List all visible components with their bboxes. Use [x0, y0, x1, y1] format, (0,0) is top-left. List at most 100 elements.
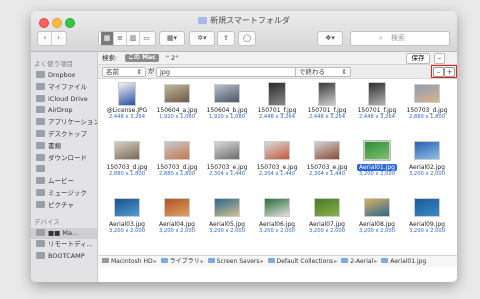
file-name-text: 150703_e.jpg: [256, 164, 298, 171]
file-dimensions: 3,200 x 2,000: [308, 228, 346, 234]
airdrop-icon: [36, 106, 45, 114]
file-item[interactable]: 150701_f.jpg 2,448 x 3,264: [354, 82, 400, 140]
file-name: 150701_f.jpg: [351, 107, 403, 114]
file-name: 150604_b.jpg: [201, 107, 253, 114]
file-thumbnail: [363, 140, 391, 161]
sidebar-item[interactable]: iCloud Drive: [31, 94, 97, 106]
file-item[interactable]: 150701_f.jpg 2,448 x 3,264: [304, 82, 350, 140]
sidebar-item[interactable]: Dropbox: [31, 70, 97, 82]
file-item[interactable]: 150703_d.jpg 2,880 x 1,800: [154, 139, 200, 197]
file-item[interactable]: Aerial05.jpg 3,200 x 2,000: [204, 196, 250, 254]
desktop-icon: [36, 129, 45, 137]
path-segment-label: Screen Savers: [216, 258, 260, 265]
file-item[interactable]: 150703_e.jpg 2,304 x 1,440: [304, 139, 350, 197]
file-thumbnail: [114, 198, 140, 217]
file-name: 150701_f.jpg: [301, 107, 353, 114]
path-segment-label: 2-Aerial: [350, 258, 374, 265]
icon-view-icon[interactable]: ▦: [101, 32, 114, 45]
arrange-button[interactable]: ▦▾: [159, 31, 185, 46]
cloud-icon: [36, 94, 45, 102]
view-mode-control[interactable]: ▦ ≡ ▥ ▭: [98, 31, 156, 46]
file-item[interactable]: 150703_d.jpg 2,880 x 1,800: [104, 139, 150, 197]
value-field[interactable]: jpg: [156, 67, 296, 77]
cover-flow-icon[interactable]: ▭: [140, 32, 153, 45]
list-view-icon[interactable]: ≡: [114, 32, 127, 45]
path-segment[interactable]: Macintosh HD: [98, 258, 153, 265]
sidebar-item[interactable]: ムービー: [31, 176, 97, 188]
sidebar-item[interactable]: ピクチャ: [31, 200, 97, 212]
file-thumbnail: [318, 82, 336, 106]
file-thumbnail: [214, 141, 240, 160]
devices-header: デバイス: [34, 217, 60, 226]
sidebar-item[interactable]: アプリケーション: [31, 117, 97, 129]
sidebar-item[interactable]: 書類: [31, 141, 97, 153]
file-name-text: 150604_b.jpg: [206, 107, 248, 114]
file-item[interactable]: 150703_e.jpg 2,304 x 1,440: [204, 139, 250, 197]
all-files-icon: [36, 82, 45, 90]
file-item[interactable]: 150604_b.jpg 1,920 x 1,080: [204, 82, 250, 140]
sidebar-item-label: ■■ Ma...: [48, 228, 79, 237]
file-item[interactable]: 150604_a.jpg 1,920 x 1,080: [154, 82, 200, 140]
file-item[interactable]: Aerial07.jpg 3,200 x 2,000: [304, 196, 350, 254]
file-item[interactable]: Aerial09.jpg 3,200 x 2,000: [404, 196, 450, 254]
scope-this-mac[interactable]: この Mac: [125, 54, 159, 62]
path-segment[interactable]: Screen Savers: [205, 258, 260, 265]
dropbox-button[interactable]: ❖▾: [317, 31, 343, 46]
action-button[interactable]: ✲▾: [189, 31, 215, 46]
file-item[interactable]: @License.JPG 2,448 x 3,264: [104, 82, 150, 140]
file-dimensions: 2,448 x 3,264: [258, 114, 296, 120]
forward-icon[interactable]: ›: [52, 32, 65, 45]
file-item[interactable]: Aerial03.jpg 3,200 x 2,000: [104, 196, 150, 254]
file-dimensions: 2,880 x 1,800: [158, 171, 196, 177]
sidebar-item[interactable]: BOOTCAMP: [31, 251, 97, 263]
file-dimensions: 3,200 x 2,000: [108, 228, 146, 234]
file-dimensions: 3,200 x 2,000: [408, 171, 446, 177]
sidebar-item-label: デスクトップ: [48, 129, 87, 138]
sidebar-item[interactable]: ダウンロード: [31, 153, 97, 165]
column-view-icon[interactable]: ▥: [127, 32, 140, 45]
sidebar-item-label: BOOTCAMP: [48, 252, 85, 261]
file-item[interactable]: Aerial06.jpg 3,200 x 2,000: [254, 196, 300, 254]
back-icon[interactable]: ‹: [39, 32, 52, 45]
back-forward-buttons[interactable]: ‹ ›: [37, 31, 67, 46]
path-segment[interactable]: ライブラリ: [158, 258, 200, 265]
tags-button[interactable]: ◯: [238, 31, 256, 46]
file-item[interactable]: 150701_f.jpg 2,448 x 3,264: [254, 82, 300, 140]
remove-search-button[interactable]: –: [434, 53, 445, 64]
search-field[interactable]: ⌕ 検索: [350, 31, 450, 46]
file-name-text: 150701_f.jpg: [307, 107, 347, 114]
file-name: 150703_d.jpg: [101, 164, 153, 171]
sidebar-item[interactable]: AirDrop: [31, 105, 97, 117]
file-name: @License.JPG: [101, 107, 153, 114]
file-thumbnail: [164, 84, 190, 103]
file-name-text: Aerial01.jpg: [357, 164, 397, 171]
file-item[interactable]: Aerial01.jpg 3,200 x 2,000: [354, 139, 400, 197]
hard-drive-icon: [102, 258, 109, 263]
file-item[interactable]: Aerial02.jpg 3,200 x 2,000: [404, 139, 450, 197]
sidebar-item[interactable]: リモートディ...: [31, 239, 97, 251]
path-segment[interactable]: 2-Aerial: [338, 258, 373, 265]
sidebar-item[interactable]: デスクトップ: [31, 129, 97, 141]
file-name: Aerial09.jpg: [401, 221, 453, 228]
file-item[interactable]: 150703_d.jpg 2,880 x 1,800: [404, 82, 450, 140]
attribute-popup[interactable]: 名前 ⇕: [102, 67, 146, 77]
sidebar-item[interactable]: ■■ Ma...: [31, 227, 97, 240]
sidebar-item[interactable]: [31, 164, 97, 176]
save-button[interactable]: 保存: [406, 53, 430, 64]
folder-icon: [341, 258, 349, 263]
sidebar-item[interactable]: マイファイル: [31, 82, 97, 94]
file-name-text: 150703_d.jpg: [156, 164, 198, 171]
operator-popup[interactable]: で終わる ⇕: [295, 67, 351, 77]
path-segment[interactable]: Aerial01.jpg: [378, 258, 426, 265]
file-item[interactable]: Aerial08.jpg 3,200 x 2,000: [354, 196, 400, 254]
sidebar-item[interactable]: ミュージック: [31, 188, 97, 200]
file-item[interactable]: Aerial04.jpg 3,200 x 2,000: [154, 196, 200, 254]
file-dimensions: 2,304 x 1,440: [208, 171, 246, 177]
file-item[interactable]: 150703_e.jpg 2,304 x 1,440: [254, 139, 300, 197]
path-segment[interactable]: Default Collections: [265, 258, 333, 265]
titlebar: 新規スマートフォルダ ‹ › ▦ ≡ ▥ ▭ ▦▾ ✲▾ ⇪ ◯ ❖▾ ⌕ 検索: [31, 11, 457, 52]
remote-disc-icon: [36, 240, 45, 248]
folder-icon: [267, 258, 275, 263]
search-icon: ⌕: [379, 34, 383, 42]
share-button[interactable]: ⇪: [217, 31, 235, 46]
